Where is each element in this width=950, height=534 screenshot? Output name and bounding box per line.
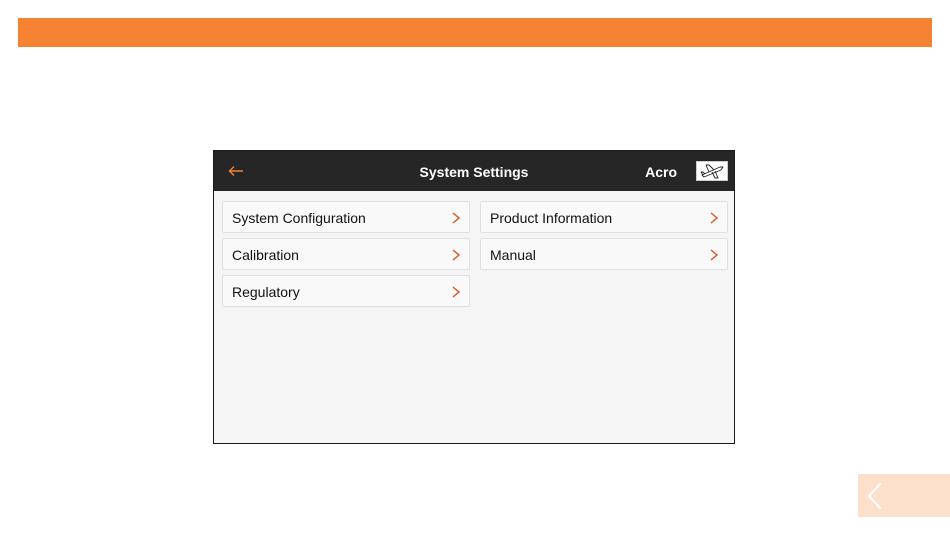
- chevron-right-icon: [452, 286, 461, 298]
- chevron-right-icon: [452, 249, 461, 261]
- chevron-right-icon: [710, 212, 719, 224]
- menu-item-label: Product Information: [490, 210, 613, 226]
- model-name: Acro: [645, 164, 677, 180]
- menu-item-regulatory[interactable]: Regulatory: [222, 275, 470, 307]
- menu-item-label: Regulatory: [232, 284, 300, 300]
- menu-item-label: Calibration: [232, 247, 299, 263]
- chevron-left-icon: [867, 482, 882, 510]
- previous-page-button[interactable]: [858, 474, 950, 517]
- menu-item-product-information[interactable]: Product Information: [480, 201, 728, 233]
- chevron-right-icon: [452, 212, 461, 224]
- menu-item-label: System Configuration: [232, 210, 366, 226]
- menu-item-calibration[interactable]: Calibration: [222, 238, 470, 270]
- model-type-button[interactable]: [696, 161, 728, 181]
- menu-item-label: Manual: [490, 247, 536, 263]
- menu-item-manual[interactable]: Manual: [480, 238, 728, 270]
- transmitter-screen: System Settings Acro System Configuratio…: [213, 150, 735, 444]
- chevron-right-icon: [710, 249, 719, 261]
- top-banner: [18, 18, 932, 47]
- title-bar: System Settings Acro: [214, 151, 734, 191]
- manual-page: System Settings Acro System Configuratio…: [0, 0, 950, 534]
- airplane-icon: [700, 164, 724, 179]
- menu-item-system-configuration[interactable]: System Configuration: [222, 201, 470, 233]
